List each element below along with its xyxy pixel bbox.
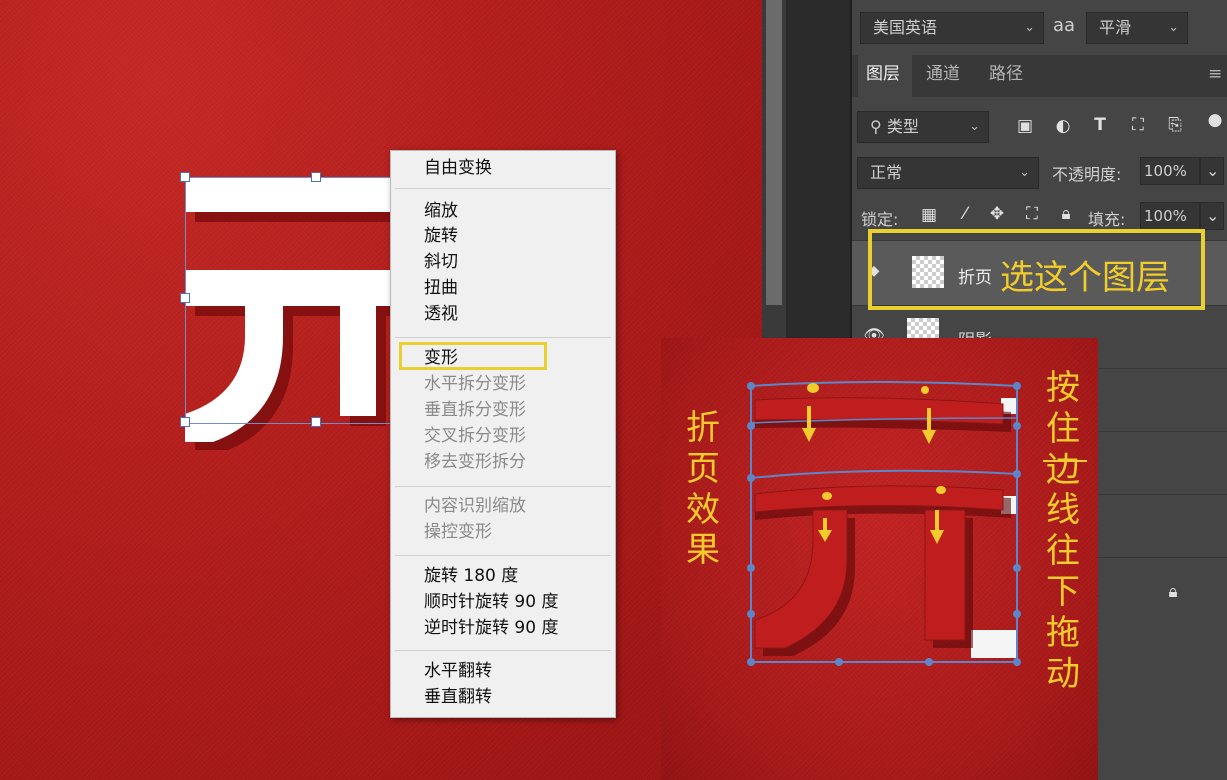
search-icon: ⚲ xyxy=(870,117,882,136)
image-filter-icon[interactable]: ▣ xyxy=(1014,116,1036,136)
opacity-label: 不透明度: xyxy=(1052,165,1122,184)
tab-layers[interactable]: 图层 xyxy=(858,55,912,97)
highlight-box xyxy=(399,342,547,370)
language-value: 美国英语 xyxy=(873,18,938,37)
chevron-down-icon: ⌄ xyxy=(1206,161,1220,180)
select-layer-text: 选这个图层 xyxy=(1000,258,1170,298)
lock-all-icon[interactable]: 🔒︎ xyxy=(1055,204,1077,224)
fold-effect-example: 折页效果 按住边线往下拖动 xyxy=(661,338,1098,780)
blend-mode-value: 正常 xyxy=(870,163,903,182)
menu-item[interactable]: 扭曲 xyxy=(424,276,458,300)
chevron-down-icon: ⌄ xyxy=(969,119,980,134)
filter-toggle-icon[interactable]: ● xyxy=(1206,110,1224,130)
panel-tabs: 图层 通道 路径 ≡ xyxy=(852,55,1227,97)
menu-item[interactable]: 垂直翻转 xyxy=(424,685,492,709)
type-filter-icon[interactable]: T xyxy=(1089,115,1111,135)
menu-item[interactable]: 斜切 xyxy=(424,250,458,274)
chevron-down-icon: ⌄ xyxy=(1206,206,1220,225)
antialias-value: 平滑 xyxy=(1099,18,1132,37)
opacity-dropdown[interactable]: ⌄ xyxy=(1200,157,1224,185)
adjustment-filter-icon[interactable]: ◐ xyxy=(1052,116,1074,136)
transform-handle[interactable] xyxy=(180,172,190,182)
canvas-scrollbar-thumb[interactable] xyxy=(766,0,782,305)
lock-artboard-icon[interactable]: ⛶ xyxy=(1021,204,1043,224)
fill-label: 填充: xyxy=(1088,210,1126,229)
chevron-down-icon: ⌄ xyxy=(1024,20,1035,35)
chevron-down-icon: ⌄ xyxy=(1019,165,1030,180)
shape-filter-icon[interactable]: ⛶ xyxy=(1127,115,1149,135)
menu-item: 垂直拆分变形 xyxy=(424,400,526,420)
menu-item[interactable]: 水平翻转 xyxy=(424,659,492,683)
lock-pixels-icon[interactable]: ▦ xyxy=(918,205,940,225)
transform-handle[interactable] xyxy=(311,417,321,427)
smart-object-filter-icon[interactable]: ⎘ xyxy=(1164,115,1186,135)
tab-channels[interactable]: 通道 xyxy=(926,55,966,97)
layer-filter-select[interactable]: ⚲ 类型 ⌄ xyxy=(857,111,989,143)
menu-item[interactable]: 自由变换 xyxy=(424,156,492,180)
drag-hint-label: 按住边线往下拖动 xyxy=(1046,368,1080,694)
lock-icon: 🔒︎ xyxy=(1168,582,1178,602)
menu-item[interactable]: 旋转 180 度 xyxy=(424,564,518,588)
warp-demo-artwork xyxy=(747,381,1021,666)
menu-separator xyxy=(395,555,611,556)
fill-dropdown[interactable]: ⌄ xyxy=(1200,202,1224,230)
menu-item[interactable]: 顺时针旋转 90 度 xyxy=(424,590,558,614)
language-select[interactable]: 美国英语 ⌄ xyxy=(860,12,1044,44)
menu-item: 交叉拆分变形 xyxy=(424,426,526,446)
fold-effect-label: 折页效果 xyxy=(686,408,720,571)
document-canvas[interactable] xyxy=(0,0,762,780)
menu-separator xyxy=(395,188,611,189)
menu-item[interactable]: 旋转 xyxy=(424,224,458,248)
filter-label: 类型 xyxy=(886,117,919,136)
lock-label: 锁定: xyxy=(861,210,899,229)
lock-move-icon[interactable]: ✥ xyxy=(986,204,1008,224)
menu-item[interactable]: 缩放 xyxy=(424,199,458,223)
menu-item: 内容识别缩放 xyxy=(424,496,526,516)
drag-hint-underline xyxy=(1043,460,1087,462)
menu-item: 移去变形拆分 xyxy=(424,452,526,472)
menu-item[interactable]: 透视 xyxy=(424,302,458,326)
menu-separator xyxy=(395,486,611,487)
menu-separator xyxy=(395,337,611,338)
fill-input[interactable]: 100% xyxy=(1140,202,1200,230)
menu-item: 水平拆分变形 xyxy=(424,374,526,394)
antialias-select[interactable]: 平滑 ⌄ xyxy=(1086,12,1188,44)
menu-separator xyxy=(395,650,611,651)
lock-brush-icon[interactable]: ⁄ xyxy=(954,204,976,224)
transform-handle[interactable] xyxy=(180,293,190,303)
chevron-down-icon: ⌄ xyxy=(1168,20,1179,35)
blend-mode-select[interactable]: 正常 ⌄ xyxy=(857,157,1039,189)
opacity-input[interactable]: 100% xyxy=(1140,157,1200,185)
menu-item: 操控变形 xyxy=(424,522,492,542)
transform-handle[interactable] xyxy=(311,172,321,182)
menu-item[interactable]: 逆时针旋转 90 度 xyxy=(424,616,558,640)
tab-paths[interactable]: 路径 xyxy=(989,55,1029,97)
panel-menu-icon[interactable]: ≡ xyxy=(1208,55,1226,97)
transform-context-menu: 自由变换 缩放 旋转 斜切 扭曲 透视 变形 水平拆分变形 垂直拆分变形 交叉拆分变形 移去变形拆分… xyxy=(390,150,616,718)
antialias-icon: aa xyxy=(1053,15,1076,36)
transform-handle[interactable] xyxy=(180,417,190,427)
